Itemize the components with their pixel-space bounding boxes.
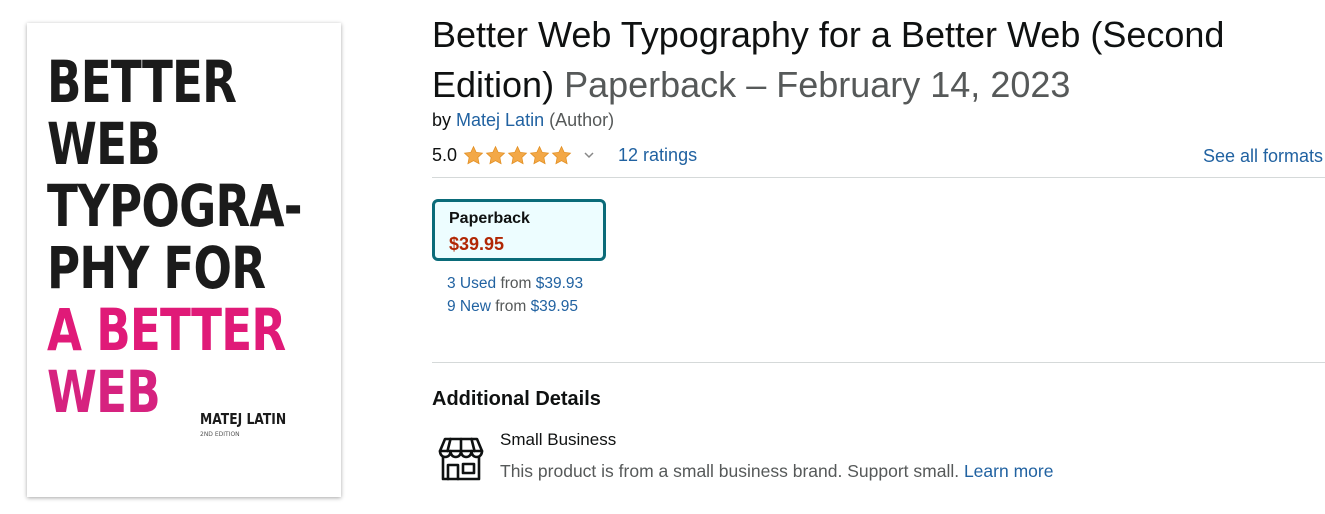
learn-more-link[interactable]: Learn more xyxy=(964,461,1054,481)
cover-edition: 2ND EDITION xyxy=(200,431,240,438)
cover-title-line: TYPOGRA- xyxy=(47,172,303,240)
rating-value: 5.0 xyxy=(432,144,458,165)
new-offers-link[interactable]: 9 New xyxy=(447,298,491,315)
additional-details-heading: Additional Details xyxy=(432,388,601,410)
cover-title-line: PHY FOR xyxy=(47,234,266,302)
divider xyxy=(432,177,1325,178)
book-cover-image[interactable]: BETTER WEB TYPOGRA- PHY FOR A BETTER WEB… xyxy=(27,23,341,497)
author-role: (Author) xyxy=(549,110,615,130)
used-offer: 3 Used from $39.93 xyxy=(447,275,583,293)
new-offer-price[interactable]: $39.95 xyxy=(531,298,578,315)
star-icon xyxy=(551,145,572,164)
author-link[interactable]: Matej Latin xyxy=(456,110,544,130)
small-business-title: Small Business xyxy=(500,430,617,449)
cover-title-line: WEB xyxy=(47,110,161,178)
star-icon xyxy=(529,145,550,164)
cover-title-line: BETTER xyxy=(47,48,237,116)
used-offers-link[interactable]: 3 Used xyxy=(447,275,496,292)
product-format-date: Paperback – February 14, 2023 xyxy=(564,64,1071,105)
star-icon xyxy=(485,145,506,164)
divider xyxy=(432,362,1325,363)
star-icon xyxy=(463,145,484,164)
star-icon xyxy=(507,145,528,164)
storefront-icon xyxy=(438,437,484,481)
cover-title-line: WEB xyxy=(47,358,161,426)
format-option-paperback[interactable]: Paperback $39.95 xyxy=(432,199,606,261)
used-offer-price[interactable]: $39.93 xyxy=(536,275,583,292)
byline-prefix: by xyxy=(432,110,452,130)
chevron-down-icon[interactable] xyxy=(582,148,596,162)
new-offer: 9 New from $39.95 xyxy=(447,298,578,316)
cover-title-line: A BETTER xyxy=(47,296,286,364)
format-name: Paperback xyxy=(449,210,530,227)
ratings-count-link[interactable]: 12 ratings xyxy=(618,145,697,166)
offer-from-label: from xyxy=(495,298,527,315)
offer-from-label: from xyxy=(500,275,532,292)
see-all-formats-link[interactable]: See all formats xyxy=(1203,146,1323,167)
format-price: $39.95 xyxy=(449,234,505,254)
small-business-description: This product is from a small business br… xyxy=(500,461,1053,482)
product-title: Better Web Typography for a Better Web (… xyxy=(432,10,1322,110)
product-page: BETTER WEB TYPOGRA- PHY FOR A BETTER WEB… xyxy=(0,0,1325,514)
small-business-text: This product is from a small business br… xyxy=(500,461,960,481)
cover-author: MATEJ LATIN xyxy=(200,410,287,428)
rating-row: 5.0 12 ratings xyxy=(432,142,697,168)
byline: by Matej Latin (Author) xyxy=(432,110,614,131)
star-rating[interactable] xyxy=(463,145,572,166)
